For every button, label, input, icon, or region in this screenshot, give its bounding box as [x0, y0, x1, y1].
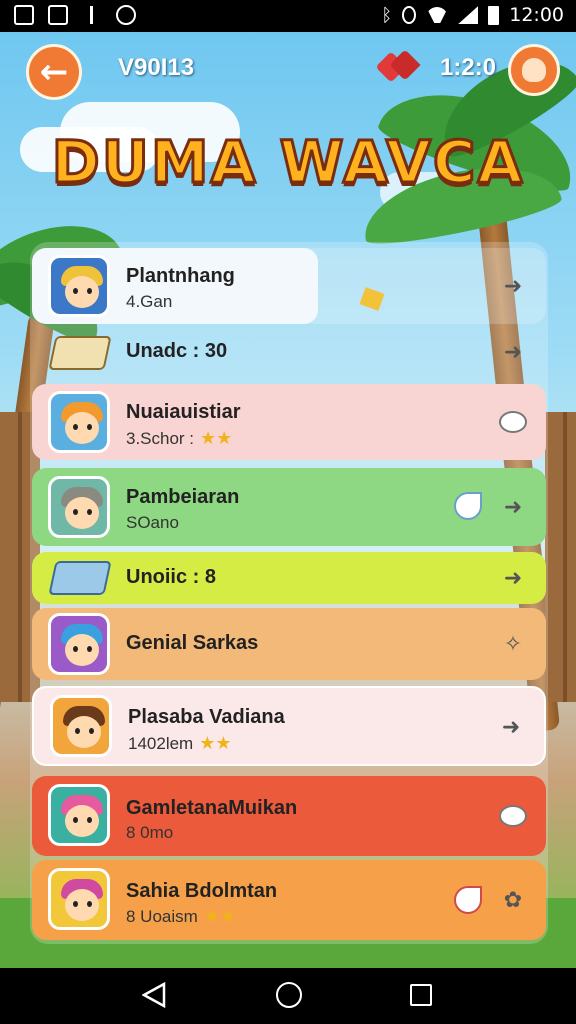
arrow-right-icon[interactable]: ➜	[498, 337, 528, 367]
item-row-label: Unadc : 30	[126, 340, 228, 362]
item-value: 8	[204, 566, 217, 588]
nav-icon	[116, 5, 136, 25]
leaf-icon	[454, 886, 482, 914]
arrow-right-icon[interactable]: ➜	[498, 271, 528, 301]
arrow-right-icon[interactable]: ➜	[498, 563, 528, 593]
avatar	[48, 476, 110, 538]
bluetooth-icon: ᛒ	[381, 4, 393, 26]
profile-button[interactable]	[508, 44, 560, 96]
book-icon	[48, 336, 112, 370]
list-item[interactable]: Unadc : 30 ➜	[32, 328, 546, 376]
alarm-icon	[402, 6, 417, 24]
transfer-icon	[82, 5, 102, 25]
avatar	[50, 695, 112, 757]
game-title: DUMA WAVCA	[50, 127, 525, 198]
avatar	[48, 784, 110, 846]
player-score: 4.Gan	[126, 292, 173, 311]
status-bar: ᛒ 12:00	[0, 0, 576, 32]
item-row-label: Unoiic : 8	[126, 566, 217, 588]
avatar	[48, 613, 110, 675]
avatar	[48, 391, 110, 453]
clock: 12:00	[509, 4, 564, 26]
arrow-right-icon[interactable]: ➜	[498, 492, 528, 522]
leaf-icon	[454, 492, 482, 520]
stars-icon: ★★	[199, 733, 232, 753]
player-name: Sahia Bdolmtan	[126, 880, 278, 902]
timer: 1:2:0	[440, 54, 497, 81]
player-name: GamletanaMuikan	[126, 797, 298, 819]
back-arrow-icon: ←	[39, 52, 69, 92]
hearts-icon	[375, 49, 421, 83]
list-item[interactable]: GamletanaMuikan 8 0mo	[32, 776, 546, 856]
list-item[interactable]: Nuaiauistiar 3.Schor : ★★	[32, 384, 546, 460]
player-score: 8 Uoaism ★★	[126, 906, 237, 926]
player-score: 1402lem ★★	[128, 733, 232, 753]
photo-icon	[48, 5, 68, 25]
player-name: Genial Sarkas	[126, 632, 259, 654]
wifi-icon	[426, 7, 448, 23]
avatar	[48, 255, 110, 317]
version-label: V90I13	[118, 54, 195, 81]
ticket-icon	[48, 561, 112, 595]
player-name: Nuaiauistiar	[126, 401, 241, 423]
nav-recent-icon[interactable]	[410, 984, 432, 1006]
chat-bubble-icon[interactable]	[498, 801, 528, 831]
list-item[interactable]: Plasaba Vadiana 1402lem ★★ ➜	[32, 686, 546, 766]
player-name: Plasaba Vadiana	[128, 706, 285, 728]
list-item[interactable]: Plantnhang 4.Gan ➜	[32, 248, 546, 324]
list-item[interactable]: Unoiic : 8 ➜	[32, 552, 546, 604]
list-item[interactable]: Pambeiaran SOano ➜	[32, 468, 546, 546]
list-item[interactable]: Genial Sarkas ✧	[32, 608, 546, 680]
stars-icon: ★★	[203, 906, 237, 926]
player-name: Plantnhang	[126, 265, 235, 287]
nav-home-icon[interactable]	[276, 982, 302, 1008]
player-name: Pambeiaran	[126, 486, 240, 508]
stars-icon: ★★	[200, 428, 233, 448]
profile-icon	[522, 58, 546, 82]
player-score: SOano	[126, 513, 179, 532]
arrow-right-icon[interactable]: ➜	[496, 712, 526, 742]
signal-icon	[458, 6, 479, 24]
navigation-bar	[0, 968, 576, 1024]
nav-back-icon[interactable]	[142, 982, 166, 1008]
back-button[interactable]: ←	[26, 44, 82, 100]
trophy-icon[interactable]: ✿	[498, 885, 528, 915]
trophy-icon[interactable]: ✧	[498, 629, 528, 659]
coin-icon	[359, 287, 385, 311]
chat-bubble-icon[interactable]	[498, 407, 528, 437]
player-score: 8 0mo	[126, 823, 174, 842]
list-item[interactable]: Sahia Bdolmtan 8 Uoaism ★★ ✿	[32, 860, 546, 940]
image-icon	[14, 5, 34, 25]
battery-icon	[488, 5, 500, 25]
avatar	[48, 868, 110, 930]
player-score: 3.Schor : ★★	[126, 428, 233, 448]
item-value: 30	[204, 340, 228, 362]
